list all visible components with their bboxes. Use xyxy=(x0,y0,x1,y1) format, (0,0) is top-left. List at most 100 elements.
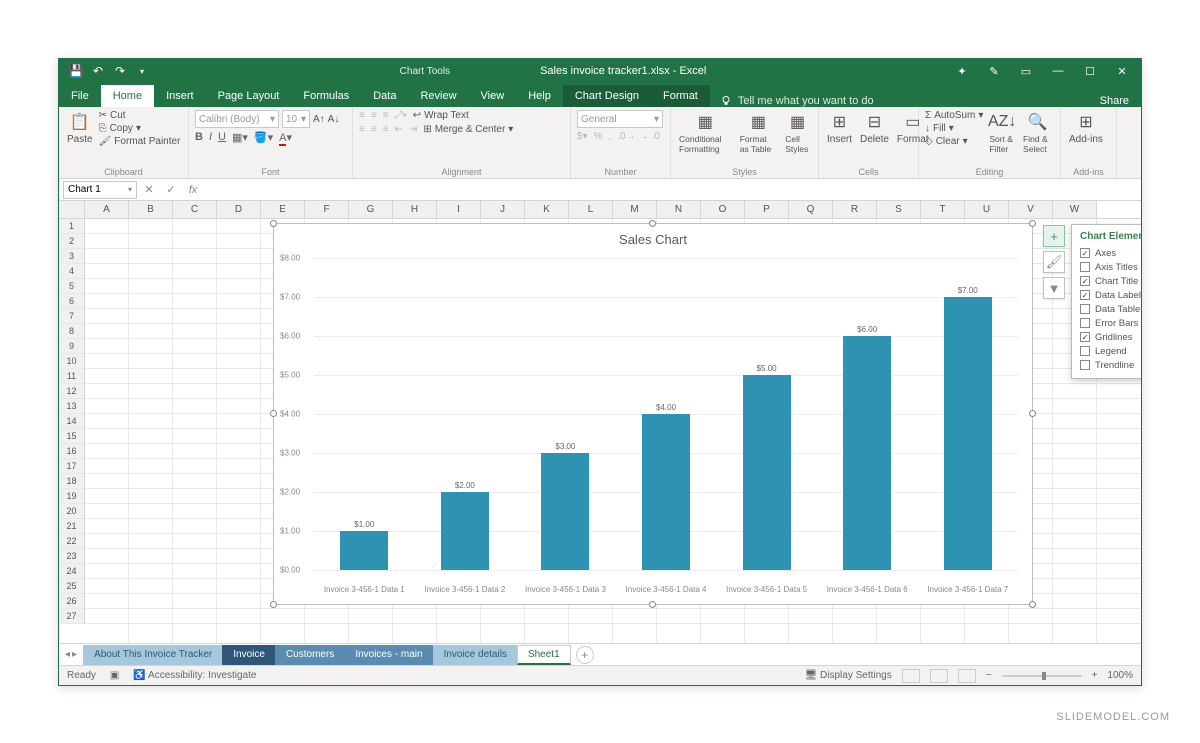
chart-element-option[interactable]: ✓Axes xyxy=(1080,246,1141,260)
tab-review[interactable]: Review xyxy=(408,85,468,107)
column-header[interactable]: O xyxy=(701,201,745,218)
tab-format[interactable]: Format xyxy=(651,85,710,107)
column-header[interactable]: T xyxy=(921,201,965,218)
close-button[interactable]: ✕ xyxy=(1107,60,1137,82)
comma-icon[interactable]: , xyxy=(609,131,612,142)
sheet-tab[interactable]: Invoices - main xyxy=(344,645,433,665)
chart-filters-button[interactable]: ▼ xyxy=(1043,277,1065,299)
tab-home[interactable]: Home xyxy=(101,85,154,107)
font-name-combo[interactable]: Calibri (Body)▾ xyxy=(195,110,279,128)
chart-bar[interactable] xyxy=(944,297,992,570)
column-header[interactable]: A xyxy=(85,201,129,218)
column-header[interactable]: J xyxy=(481,201,525,218)
view-page-break-button[interactable] xyxy=(958,669,976,683)
zoom-in-button[interactable]: + xyxy=(1092,670,1098,681)
sort-filter-button[interactable]: AZ↓Sort & Filter xyxy=(987,110,1017,156)
column-header[interactable]: K xyxy=(525,201,569,218)
column-header[interactable]: M xyxy=(613,201,657,218)
chart-bar[interactable] xyxy=(642,414,690,570)
clear-button[interactable]: ◇ Clear ▾ xyxy=(925,136,983,147)
chart-element-option[interactable]: ✓Data Labels xyxy=(1080,288,1141,302)
column-header[interactable]: H xyxy=(393,201,437,218)
column-header[interactable]: Q xyxy=(789,201,833,218)
column-header[interactable]: F xyxy=(305,201,349,218)
sheet-tab[interactable]: Sheet1 xyxy=(517,645,571,665)
redo-icon[interactable]: ↷ xyxy=(111,62,129,80)
font-size-combo[interactable]: 10▾ xyxy=(282,110,310,128)
view-page-layout-button[interactable] xyxy=(930,669,948,683)
checkbox-icon[interactable] xyxy=(1080,262,1090,272)
chart-bar[interactable] xyxy=(340,531,388,570)
fx-icon[interactable]: fx xyxy=(185,184,201,196)
column-header[interactable]: R xyxy=(833,201,877,218)
sheet-tab[interactable]: Invoice xyxy=(222,645,276,665)
tab-data[interactable]: Data xyxy=(361,85,408,107)
cancel-formula-icon[interactable]: ✕ xyxy=(141,183,157,196)
name-box[interactable]: Chart 1▾ xyxy=(63,181,137,199)
fill-button[interactable]: ↓ Fill ▾ xyxy=(925,123,983,134)
new-sheet-button[interactable]: + xyxy=(576,646,594,664)
decrease-font-icon[interactable]: A↓ xyxy=(328,110,340,128)
tab-page-layout[interactable]: Page Layout xyxy=(206,85,292,107)
column-header[interactable]: U xyxy=(965,201,1009,218)
column-header[interactable]: N xyxy=(657,201,701,218)
column-header[interactable]: B xyxy=(129,201,173,218)
ribbon-options-icon[interactable]: ▭ xyxy=(1011,60,1041,82)
chart-handle-s[interactable] xyxy=(649,601,656,608)
paste-button[interactable]: 📋Paste xyxy=(65,110,95,147)
align-top-icon[interactable]: ≡ xyxy=(359,110,365,121)
indent-inc-icon[interactable]: ⇥ xyxy=(409,124,417,135)
chart-handle-nw[interactable] xyxy=(270,220,277,227)
pen-icon[interactable]: ✎ xyxy=(979,60,1009,82)
cell-styles-button[interactable]: ▦Cell Styles xyxy=(783,110,812,156)
effects-icon[interactable]: ✦ xyxy=(947,60,977,82)
worksheet-grid[interactable]: ABCDEFGHIJKLMNOPQRSTUVW 1234567891011121… xyxy=(59,201,1141,643)
underline-button[interactable]: U xyxy=(218,131,226,144)
display-settings-button[interactable]: 🖥 Display Settings xyxy=(805,670,892,681)
copy-button[interactable]: ⎘Copy ▾ xyxy=(99,123,181,134)
chart-element-option[interactable]: Axis Titles xyxy=(1080,260,1141,274)
tab-chart-design[interactable]: Chart Design xyxy=(563,85,651,107)
fill-color-button[interactable]: 🪣▾ xyxy=(254,131,273,144)
maximize-button[interactable]: ☐ xyxy=(1075,60,1105,82)
merge-center-button[interactable]: ⊞ Merge & Center ▾ xyxy=(423,124,513,135)
bold-button[interactable]: B xyxy=(195,131,203,144)
checkbox-icon[interactable] xyxy=(1080,304,1090,314)
chart-element-option[interactable]: Trendline xyxy=(1080,358,1141,372)
tab-formulas[interactable]: Formulas xyxy=(291,85,361,107)
chart-title[interactable]: Sales Chart xyxy=(274,224,1032,251)
view-normal-button[interactable] xyxy=(902,669,920,683)
chart-element-option[interactable]: Data Table xyxy=(1080,302,1141,316)
orientation-icon[interactable]: ⤢▾ xyxy=(395,110,407,121)
qat-dropdown-icon[interactable]: ▾ xyxy=(133,62,151,80)
column-header[interactable]: I xyxy=(437,201,481,218)
align-bot-icon[interactable]: ≡ xyxy=(383,110,389,121)
column-header[interactable]: W xyxy=(1053,201,1097,218)
sheet-tab[interactable]: Invoice details xyxy=(433,645,518,665)
align-mid-icon[interactable]: ≡ xyxy=(371,110,377,121)
embedded-chart[interactable]: Sales Chart $0.00$1.00$2.00$3.00$4.00$5.… xyxy=(273,223,1033,605)
chart-plot-area[interactable]: $0.00$1.00$2.00$3.00$4.00$5.00$6.00$7.00… xyxy=(302,258,1018,570)
macro-record-icon[interactable]: ▣ xyxy=(110,670,119,681)
chart-bar[interactable] xyxy=(843,336,891,570)
dec-decimal-icon[interactable]: ←.0 xyxy=(642,131,660,142)
chart-handle-se[interactable] xyxy=(1029,601,1036,608)
enter-formula-icon[interactable]: ✓ xyxy=(163,183,179,196)
format-as-table-button[interactable]: ▦Format as Table xyxy=(738,110,780,156)
indent-dec-icon[interactable]: ⇤ xyxy=(395,124,403,135)
wrap-text-button[interactable]: ↩ Wrap Text xyxy=(413,110,469,121)
share-button[interactable]: Share xyxy=(1088,95,1141,107)
delete-cells-button[interactable]: ⊟Delete xyxy=(858,110,891,147)
chart-element-option[interactable]: ✓Gridlines xyxy=(1080,330,1141,344)
align-left-icon[interactable]: ≡ xyxy=(359,124,365,135)
zoom-slider[interactable] xyxy=(1002,675,1082,677)
italic-button[interactable]: I xyxy=(209,131,212,144)
number-format-combo[interactable]: General▾ xyxy=(577,110,663,128)
zoom-level[interactable]: 100% xyxy=(1107,670,1133,681)
column-header[interactable]: S xyxy=(877,201,921,218)
checkbox-icon[interactable]: ✓ xyxy=(1080,248,1090,258)
sheet-tab[interactable]: Customers xyxy=(275,645,345,665)
increase-font-icon[interactable]: A↑ xyxy=(313,110,325,128)
chart-styles-button[interactable]: 🖌 xyxy=(1043,251,1065,273)
checkbox-icon[interactable]: ✓ xyxy=(1080,276,1090,286)
